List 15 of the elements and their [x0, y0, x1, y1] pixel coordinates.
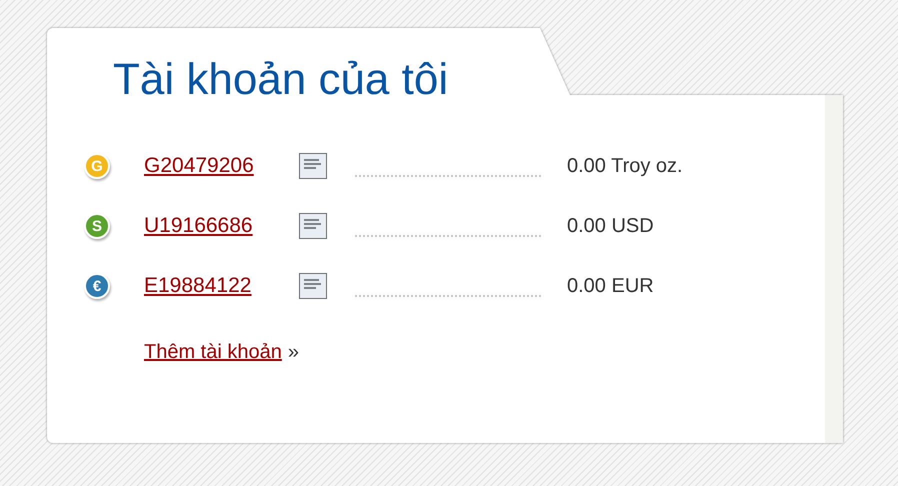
page-title: Tài khoản của tôi: [113, 54, 450, 106]
coin-icon: G: [84, 153, 110, 179]
balance-text: 0.00 Troy oz.: [567, 154, 683, 179]
account-link[interactable]: G20479206: [144, 154, 254, 178]
add-account-link[interactable]: Thêm tài khoản: [144, 337, 282, 367]
balance-text: 0.00 USD: [567, 214, 654, 239]
document-icon[interactable]: [299, 153, 327, 179]
balance-text: 0.00 EUR: [567, 274, 654, 299]
coin-icon: S: [84, 213, 110, 239]
document-icon[interactable]: [299, 213, 327, 239]
account-link[interactable]: U19166686: [144, 214, 253, 238]
chevron-text: »: [288, 340, 299, 365]
coin-icon: €: [84, 273, 110, 299]
account-link[interactable]: E19884122: [144, 274, 252, 298]
document-icon[interactable]: [299, 273, 327, 299]
